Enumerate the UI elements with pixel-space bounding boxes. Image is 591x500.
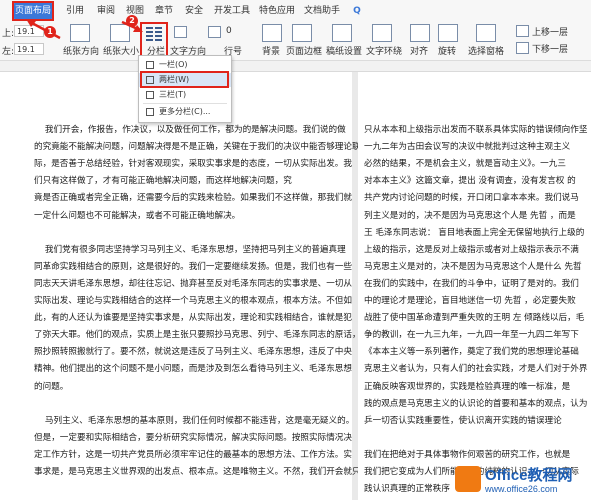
office-logo-icon [455, 466, 481, 492]
document-line: 照抄照转照搬就行了。要不然，就说这是违反了马列主义、毛泽东思想，违反了中央 [34, 347, 352, 358]
three-columns-icon [146, 91, 154, 99]
document-line: 但是，一定要和实际相结合，要分析研究实际情况，解决实际问题。按照实际情况决 [34, 432, 352, 443]
document-line: 乒一切否认实践重要性，使认识离开实践的错误理论 [364, 415, 562, 426]
document-line: 克思主义者认为，只有人们的社会实践，才是人们对于外界 [364, 364, 588, 375]
document-line: 马克思主义是对的，决不是因为马克思这个人是什么 先哲 [364, 261, 582, 272]
document-line: 只从本本和上级指示出发而不联系具体实际的错误倾向作坚 [364, 125, 588, 135]
document-line: 战胜了使中国革命遭到严重失败的王明 左 倾路线以后，毛 [364, 313, 585, 324]
document-page-right[interactable]: 只从本本和上级指示出发而不联系具体实际的错误倾向作坚 一九二年为古田会议写的决议中… [358, 72, 591, 500]
watermark-brand: Office教程网 [485, 467, 573, 484]
menu-divider [143, 103, 227, 104]
document-line: 一九二年为古田会议写的决议中就批判过这种主观主义 [364, 142, 571, 153]
document-line: 我们党有很多同志坚持学习马列主义、毛泽东思想，坚持把马列主义的普遍真理 [34, 244, 346, 255]
watermark-url: www.office26.com [485, 484, 558, 494]
menu-item-three-columns[interactable]: 三栏(T) [139, 88, 231, 102]
document-line: 王 毛泽东同志说： 盲目地表面上完全无保留地执行上级的 [364, 227, 585, 238]
document-line: 争的教训，在一九三九年，一九四一年至一九四二年写下 [364, 330, 579, 341]
document-line: 同革命实践相结合的原则，这是很好的。我们一定要继续发扬。但是，我们也有一些 [34, 261, 352, 272]
document-line: 竟是否正确或者完全正确，还需要今后的实践来检验。如果我们不这样做，那我们就 [34, 193, 352, 204]
document-line: 们只有这样做了，才有可能正确地解决问题，而这样地解决问题，究 [34, 176, 292, 187]
more-columns-icon [146, 108, 154, 116]
document-line: 上级的指示，这是反对上级指示或者对上级指示表示不满 [364, 244, 579, 255]
document-line: 的究竟能不能解决问题，问题解决得是不是正确，关键在于我们的决议中能否够理论联系实 [34, 142, 378, 153]
menu-item-more-columns[interactable]: 更多分栏(C)... [139, 105, 231, 119]
document-page-left[interactable]: 我们开会，作报告，作决议，以及做任何工作，都为的是解决问题。我们说的做的究竟能不… [0, 72, 378, 500]
document-line: 实际出发、理论与实践相结合的这样一个马克思主义的根本观点，根本方法。不但如 [34, 296, 352, 306]
step-badge-2: 2 [126, 15, 138, 27]
document-line: 中的理论才是理论，盲目地迷信一切 先哲 ，必定要失败 [364, 296, 576, 306]
menu-item-one-column[interactable]: 一栏(O) [139, 58, 231, 72]
document-line: 际，是否善于总结经验，针对客观现实，采取实事求是的态度，一切从实际出发。我 [34, 159, 352, 170]
document-line: 践认识真理的正常秩序 [364, 484, 450, 495]
document-line: 我们开会，作报告，作决议，以及做任何工作，都为的是解决问题。我们说的做 [34, 125, 346, 135]
document-line: 必然的结果，不是机会主义，就是盲动主义》。一九三 [364, 159, 566, 170]
columns-dropdown-menu: 一栏(O) 两栏(W) 三栏(T) 更多分栏(C)... [138, 55, 232, 123]
step-badge-1: 1 [44, 26, 56, 38]
document-line: 此，有的人还认为谁要是坚持实事求是，从实际出发，理论和实践相结合，谁就是犯 [34, 313, 352, 324]
document-line: 践的观点是马克思主义的认识论的首要和基本的观点，认为 [364, 398, 588, 409]
document-line: 同志天天讲毛泽东思想，却往往忘记、抛弃甚至反对毛泽东同志的实事求是、一切从 [34, 278, 352, 289]
highlight-box-two-columns [140, 71, 229, 88]
document-line: 事求是，是马克思主义世界观的出发点、根本点。这是唯物主义。不然，我们开会就只能 [34, 467, 370, 477]
horizontal-ruler[interactable] [0, 61, 591, 72]
document-line: 精神。他们提出的这个问题不是小问题，而是涉及到怎么看待马列主义、毛泽东思想 [34, 364, 352, 375]
document-line: 了弥天大罪。他们的观点，实质上是主张只要照抄马克思、列宁、毛泽东同志的原话， [34, 330, 361, 341]
document-line: 列主义是对的，决不是因为马克思这个人是 先哲 ，而是 [364, 210, 576, 221]
document-line: 对本本主义》这篇文章，提出 没有调查，没有发言权 的 [364, 176, 576, 187]
document-line: 在我们的实践中，在我们的斗争中，证明了是对的。我们 [364, 278, 579, 289]
document-line: 《本本主义等一系列著作，奠定了我们党的思想理论基础 [364, 347, 579, 358]
one-column-icon [146, 61, 154, 69]
document-line: 马列主义、毛泽东思想的基本原则，我们任何时候都不能违背，这是毫无疑义的。 [34, 415, 355, 426]
document-line: 的问题。 [34, 381, 69, 392]
document-line: 一定什么问题也不可能解决，或者不可能正确地解决。 [34, 210, 241, 221]
document-line: 共产党内讨论问题的时候，开口闭口拿本本来。我们说马 [364, 193, 579, 204]
document-line: 正确反映客观世界的，实践是检验真理的唯一标准，是 [364, 381, 571, 392]
document-line: 定工作方针，这是一切共产党员所必须牢牢记住的最基本的思想方法、工作方法。实 [34, 449, 352, 460]
site-watermark: Office教程网 www.office26.com [455, 462, 591, 500]
